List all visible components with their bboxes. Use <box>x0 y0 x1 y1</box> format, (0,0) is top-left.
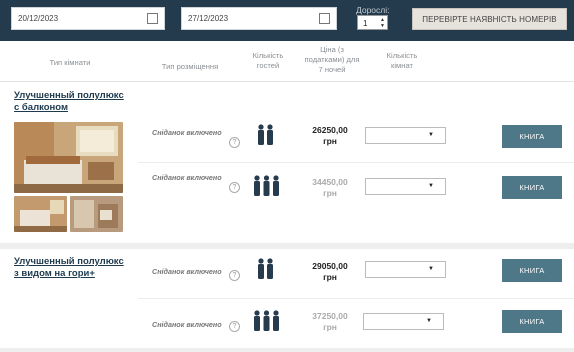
header-rooms: Кількість кімнат <box>386 51 418 70</box>
room-photo-thumb[interactable] <box>14 196 67 232</box>
rate-row: Сніданок включено ? 34450,00 грн ▼ КНИГА <box>138 163 574 213</box>
caret-down-icon: ▼ <box>428 266 434 272</box>
stepper-arrows-icon[interactable]: ▲ ▼ <box>380 17 385 29</box>
price-currency: грн <box>323 136 337 146</box>
room-title[interactable]: Улучшенный полулюкс з видом на гори+ <box>14 256 124 280</box>
question-icon[interactable]: ? <box>229 321 240 332</box>
room-block: Улучшенный полулюкс з видом на гори+ Сні… <box>0 249 574 349</box>
book-button[interactable]: КНИГА <box>502 259 562 282</box>
search-bar: 20/12/2023 27/12/2023 Дорослі: 1 ▲ ▼ ПЕРЕ… <box>0 0 574 41</box>
guests-icon-3 <box>253 175 280 202</box>
checkin-date-field[interactable]: 20/12/2023 <box>11 7 165 30</box>
checkout-date-field[interactable]: 27/12/2023 <box>181 7 337 30</box>
check-availability-button[interactable]: ПЕРЕВІРТЕ НАЯВНІСТЬ НОМЕРІВ <box>412 8 567 30</box>
room-quantity-select[interactable]: ▼ <box>365 127 446 144</box>
header-price: Ціна (з податками) для 7 ночей <box>304 45 360 74</box>
price-value: 34450,00 <box>312 177 348 187</box>
room-photo-main[interactable] <box>14 122 123 193</box>
header-guests: Кількість гостей <box>252 51 284 70</box>
caret-down-icon: ▼ <box>428 183 434 189</box>
header-board: Тип розміщення <box>161 62 219 71</box>
book-button[interactable]: КНИГА <box>502 176 562 199</box>
question-icon[interactable]: ? <box>229 137 240 148</box>
adults-stepper[interactable]: 1 ▲ ▼ <box>357 15 388 30</box>
meal-plan: Сніданок включено <box>152 320 222 329</box>
price-currency: грн <box>323 188 337 198</box>
price-value: 37250,00 <box>312 311 348 321</box>
book-button[interactable]: КНИГА <box>502 310 562 333</box>
checkout-date-value: 27/12/2023 <box>188 14 229 23</box>
rate-row: Сніданок включено ? 26250,00 грн ▼ КНИГА <box>138 113 574 163</box>
rate-row: Сніданок включено ? 29050,00 грн ▼ КНИГА <box>138 249 574 299</box>
room-quantity-select[interactable]: ▼ <box>365 261 446 278</box>
meal-plan: Сніданок включено <box>152 173 222 182</box>
price-value: 26250,00 <box>312 125 348 135</box>
calendar-icon[interactable] <box>319 13 330 24</box>
room-block: Улучшенный полулюкс с балконом Сніданок … <box>0 82 574 245</box>
price: 26250,00 грн <box>308 125 352 147</box>
price: 34450,00 грн <box>308 177 352 199</box>
guests-icon-3 <box>253 310 280 337</box>
guests-icon-2 <box>257 124 275 151</box>
room-photo-thumb[interactable] <box>70 196 123 232</box>
price: 37250,00 грн <box>308 311 352 333</box>
adults-label: Дорослі: <box>356 5 390 15</box>
caret-down-icon: ▼ <box>428 132 434 138</box>
calendar-icon[interactable] <box>147 13 158 24</box>
room-quantity-select[interactable]: ▼ <box>365 178 446 195</box>
meal-plan: Сніданок включено <box>152 128 222 137</box>
meal-plan: Сніданок включено <box>152 267 222 276</box>
room-quantity-select[interactable]: ▼ <box>363 313 444 330</box>
price-currency: грн <box>323 272 337 282</box>
book-button[interactable]: КНИГА <box>502 125 562 148</box>
caret-down-icon: ▼ <box>426 318 432 324</box>
price-value: 29050,00 <box>312 261 348 271</box>
checkin-date-value: 20/12/2023 <box>18 14 59 23</box>
question-icon[interactable]: ? <box>229 270 240 281</box>
bottom-separator <box>0 348 574 352</box>
rate-row: Сніданок включено ? 37250,00 грн ▼ КНИГА <box>138 299 574 349</box>
adults-value: 1 <box>363 19 368 28</box>
price: 29050,00 грн <box>308 261 352 283</box>
question-icon[interactable]: ? <box>229 182 240 193</box>
room-title[interactable]: Улучшенный полулюкс с балконом <box>14 90 124 114</box>
header-room-type: Тип кімнати <box>49 58 91 67</box>
guests-icon-2 <box>257 258 275 285</box>
price-currency: грн <box>323 322 337 332</box>
